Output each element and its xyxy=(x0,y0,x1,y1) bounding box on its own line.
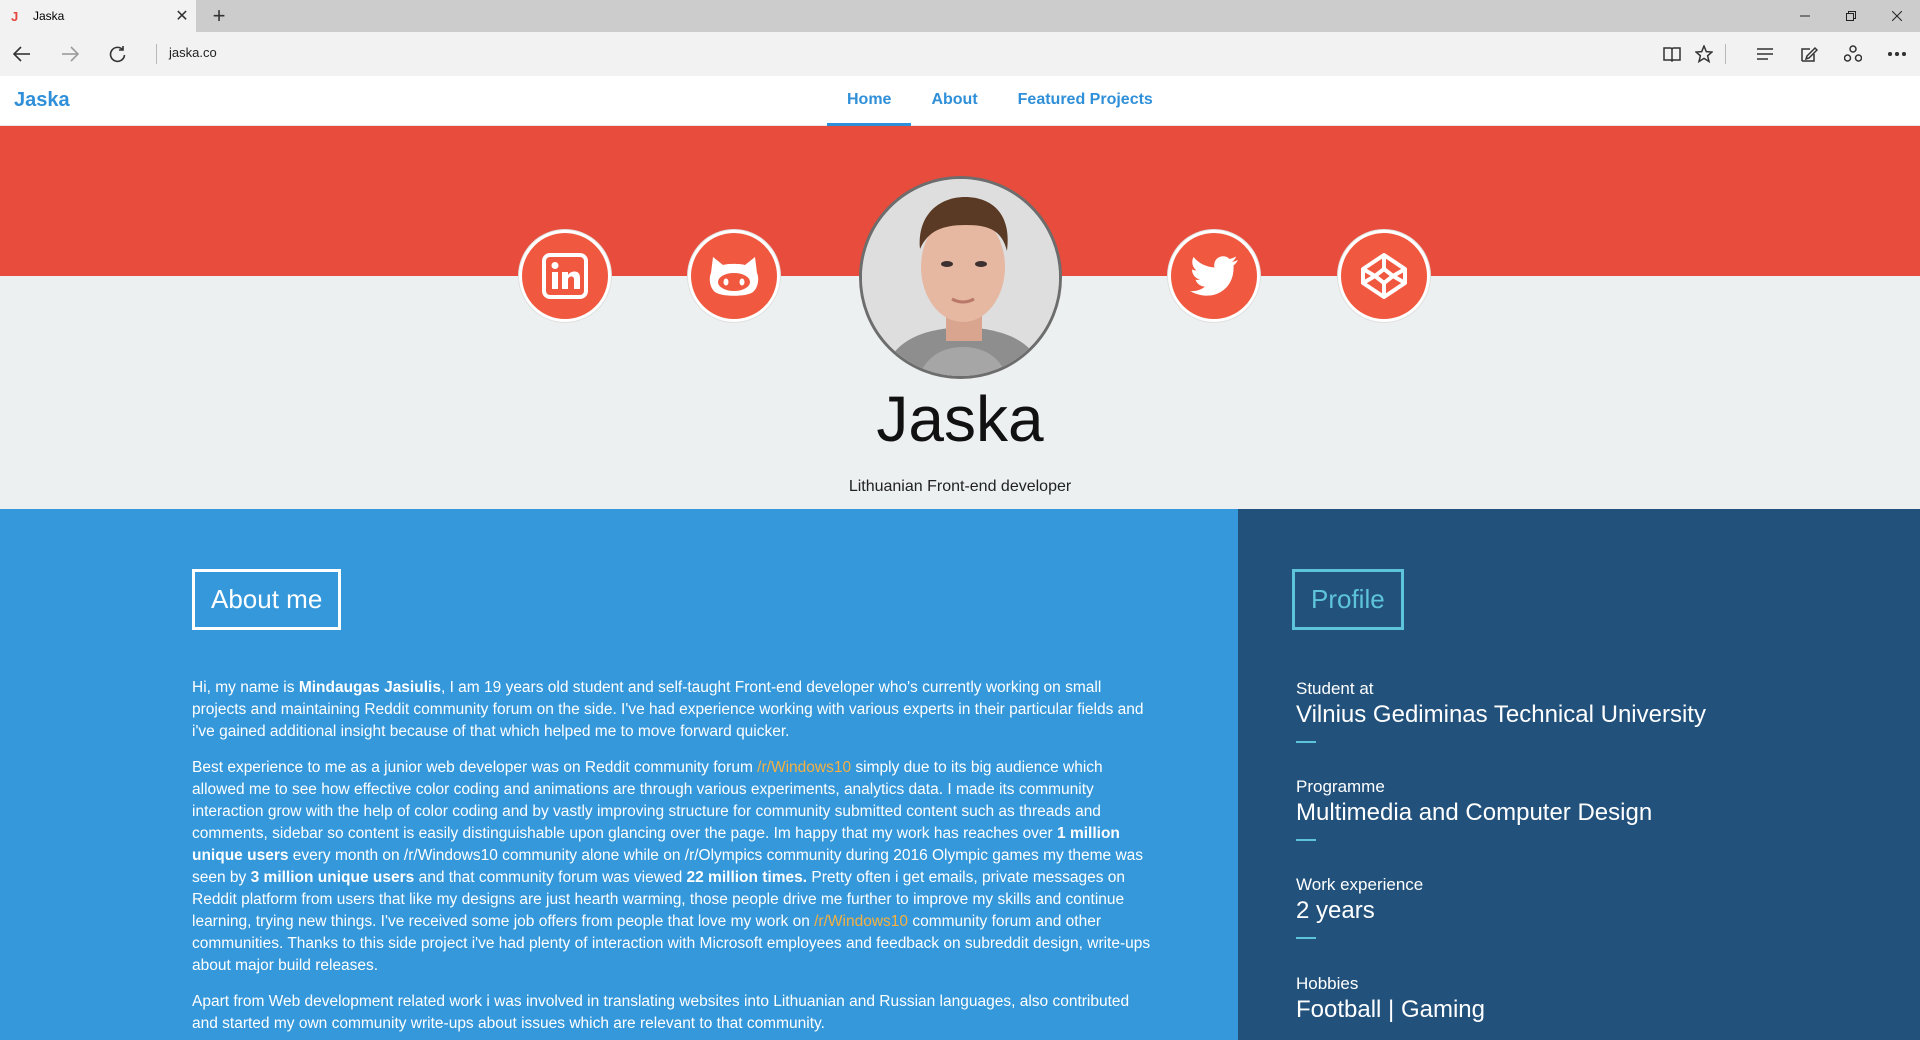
refresh-button[interactable] xyxy=(102,38,134,70)
menu-about[interactable]: About xyxy=(911,76,997,126)
hub-icon xyxy=(1757,48,1773,60)
profile-item-hobbies: Hobbies Football | Gaming xyxy=(1296,974,1485,1024)
restore-button[interactable] xyxy=(1828,0,1874,32)
hero-subtitle: Lithuanian Front-end developer xyxy=(848,478,1072,495)
profile-section: Profile Student at Vilnius Gediminas Tec… xyxy=(1238,509,1920,1040)
profile-item-work-experience: Work experience 2 years xyxy=(1296,875,1423,939)
profile-heading: Profile xyxy=(1292,569,1404,630)
profile-value: Multimedia and Computer Design xyxy=(1296,799,1653,826)
back-button[interactable] xyxy=(6,38,38,70)
profile-label: Hobbies xyxy=(1296,974,1359,993)
profile-divider xyxy=(1296,937,1316,939)
restore-icon xyxy=(1846,11,1856,21)
github-octocat-icon xyxy=(709,257,759,296)
profile-value: 2 years xyxy=(1296,897,1375,924)
github-link[interactable] xyxy=(688,230,780,322)
share-button[interactable] xyxy=(1837,38,1869,70)
about-paragraph-2: Best experience to me as a junior web de… xyxy=(192,759,1151,974)
twitter-link[interactable] xyxy=(1168,230,1260,322)
profile-divider xyxy=(1296,741,1316,743)
linkedin-icon xyxy=(542,253,588,299)
codepen-icon xyxy=(1361,253,1407,299)
tab-strip: J Jaska ✕ + xyxy=(0,0,1920,32)
main-menu: Home About Featured Projects xyxy=(827,76,1173,126)
back-arrow-icon xyxy=(13,46,30,62)
favicon-icon: J xyxy=(11,8,19,24)
windows10-link[interactable]: /r/Windows10 xyxy=(814,913,908,930)
close-icon xyxy=(1892,11,1902,21)
profile-label: Student at xyxy=(1296,679,1374,698)
menu-home[interactable]: Home xyxy=(827,76,912,126)
twitter-bird-icon xyxy=(1190,256,1238,296)
windows10-link[interactable]: /r/Windows10 xyxy=(757,759,851,776)
pen-note-icon xyxy=(1801,46,1818,62)
about-text: Hi, my name is Mindaugas Jasiulis, I am … xyxy=(192,677,1152,1040)
new-tab-button[interactable]: + xyxy=(206,3,232,29)
profile-value: Football | Gaming xyxy=(1296,996,1485,1023)
about-heading: About me xyxy=(192,569,342,630)
profile-divider xyxy=(1296,839,1316,841)
codepen-link[interactable] xyxy=(1338,230,1430,322)
browser-toolbar: jaska.co xyxy=(0,32,1920,76)
about-paragraph-3: Apart from Web development related work … xyxy=(192,993,1130,1032)
book-icon xyxy=(1663,47,1681,62)
reading-view-button[interactable] xyxy=(1656,38,1688,70)
more-icon xyxy=(1888,52,1906,56)
close-window-button[interactable] xyxy=(1874,0,1920,32)
minimize-button[interactable] xyxy=(1782,0,1828,32)
about-paragraph-1: Hi, my name is Mindaugas Jasiulis, I am … xyxy=(192,679,1144,740)
profile-item-student: Student at Vilnius Gediminas Technical U… xyxy=(1296,679,1706,743)
profile-value: Vilnius Gediminas Technical University xyxy=(1296,701,1706,728)
window-controls xyxy=(1782,0,1920,32)
forward-arrow-icon xyxy=(62,46,79,62)
close-tab-icon[interactable]: ✕ xyxy=(168,6,196,26)
address-bar[interactable]: jaska.co xyxy=(169,45,217,60)
star-icon xyxy=(1695,45,1713,63)
favorite-button[interactable] xyxy=(1688,38,1720,70)
linkedin-link[interactable] xyxy=(519,230,611,322)
avatar-portrait xyxy=(862,179,1059,376)
address-separator xyxy=(156,44,157,64)
hub-button[interactable] xyxy=(1749,38,1781,70)
profile-label: Work experience xyxy=(1296,875,1424,894)
site-navbar: Jaska Home About Featured Projects xyxy=(0,76,1920,126)
avatar xyxy=(859,176,1062,379)
refresh-icon xyxy=(109,46,126,63)
toolbar-separator xyxy=(1725,44,1726,64)
minimize-icon xyxy=(1800,15,1810,17)
menu-featured-projects[interactable]: Featured Projects xyxy=(998,76,1173,126)
profile-item-programme: Programme Multimedia and Computer Design xyxy=(1296,777,1652,841)
about-section: About me Hi, my name is Mindaugas Jasiul… xyxy=(0,509,1238,1040)
browser-tab[interactable]: J Jaska ✕ xyxy=(0,0,196,32)
site-brand[interactable]: Jaska xyxy=(14,89,70,112)
tab-title: Jaska xyxy=(33,9,65,23)
web-note-button[interactable] xyxy=(1793,38,1825,70)
profile-label: Programme xyxy=(1296,777,1385,796)
forward-button[interactable] xyxy=(54,38,86,70)
share-icon xyxy=(1844,45,1862,62)
more-button[interactable] xyxy=(1881,38,1913,70)
hero-name: Jaska xyxy=(876,383,1044,455)
